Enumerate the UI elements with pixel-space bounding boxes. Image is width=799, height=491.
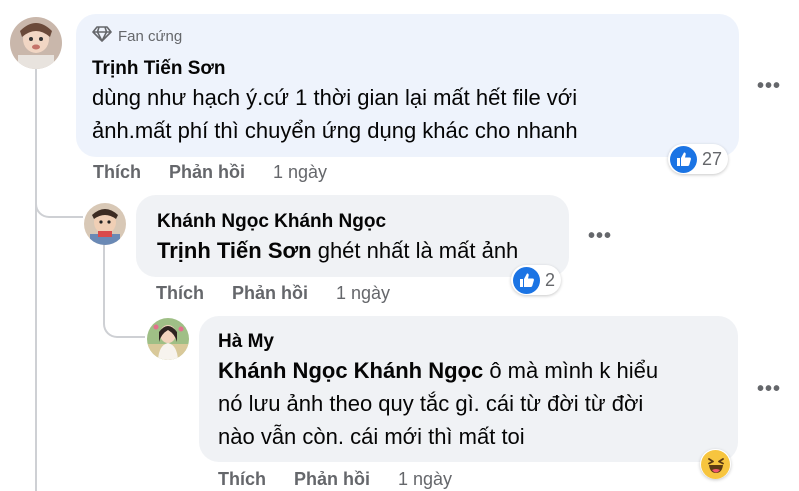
comment-text-line: Khánh Ngọc Khánh Ngọc ô mà mình k hiểu xyxy=(218,354,658,387)
comment-text-body: ghét nhất là mất ảnh xyxy=(311,238,519,263)
thread-line-reply xyxy=(103,244,105,314)
mention-tag[interactable]: Khánh Ngọc Khánh Ngọc xyxy=(218,358,483,383)
comment-text-body: ô mà mình k hiểu xyxy=(483,358,659,383)
like-thumb-icon xyxy=(513,266,540,294)
comment-author[interactable]: Trịnh Tiến Sơn xyxy=(92,58,226,80)
reply-link[interactable]: Phản hồi xyxy=(232,283,308,304)
comment-text: dùng như hạch ý.cứ 1 thời gian lại mất h… xyxy=(92,81,578,147)
comment-bubble: Khánh Ngọc Khánh Ngọc Trịnh Tiến Sơn ghé… xyxy=(136,195,569,277)
avatar[interactable] xyxy=(84,203,126,245)
reaction-summary[interactable] xyxy=(700,449,731,479)
haha-face-icon xyxy=(701,449,730,479)
comment-text-line: nó lưu ảnh theo quy tắc gì. cái từ đời t… xyxy=(218,391,644,416)
avatar[interactable] xyxy=(147,318,189,360)
like-link[interactable]: Thích xyxy=(93,162,141,183)
mention-tag[interactable]: Trịnh Tiến Sơn xyxy=(157,238,312,263)
reply-link[interactable]: Phản hồi xyxy=(169,162,245,183)
comment-actions: Thích Phản hồi 1 ngày xyxy=(156,283,390,304)
like-link[interactable]: Thích xyxy=(156,283,204,304)
thread-curve-reply-2 xyxy=(103,310,145,338)
fan-badge: Fan cứng xyxy=(92,26,182,46)
comment-text-line: dùng như hạch ý.cứ 1 thời gian lại mất h… xyxy=(92,85,578,110)
comment-actions: Thích Phản hồi 1 ngày xyxy=(218,469,452,490)
comment-timestamp[interactable]: 1 ngày xyxy=(273,162,327,183)
comment-timestamp[interactable]: 1 ngày xyxy=(398,469,452,490)
more-options-button[interactable]: ••• xyxy=(757,378,781,401)
reaction-count: 2 xyxy=(545,269,556,290)
avatar[interactable] xyxy=(10,17,62,69)
reaction-count: 27 xyxy=(702,148,723,169)
comment-bubble: Fan cứng Trịnh Tiến Sơn dùng như hạch ý.… xyxy=(76,14,739,157)
comment-text: Khánh Ngọc Khánh Ngọc ô mà mình k hiểu n… xyxy=(218,354,658,453)
comment-timestamp[interactable]: 1 ngày xyxy=(336,283,390,304)
comment-text-line: ảnh.mất phí thì chuyển ứng dụng khác cho… xyxy=(92,118,578,143)
diamond-icon xyxy=(92,26,112,46)
comment-text-line: nào vẫn còn. cái mới thì mất toi xyxy=(218,424,525,449)
comment-text: Trịnh Tiến Sơn ghét nhất là mất ảnh xyxy=(157,234,518,267)
badge-label: Fan cứng xyxy=(118,27,183,45)
thread-line-main xyxy=(35,68,37,491)
more-options-button[interactable]: ••• xyxy=(588,225,612,248)
thread-curve-reply-1 xyxy=(35,190,83,218)
comment-author[interactable]: Khánh Ngọc Khánh Ngọc xyxy=(157,211,386,233)
reaction-summary[interactable]: 27 xyxy=(668,144,729,174)
more-options-button[interactable]: ••• xyxy=(757,75,781,98)
comment-actions: Thích Phản hồi 1 ngày xyxy=(93,162,327,183)
comment-bubble: Hà My Khánh Ngọc Khánh Ngọc ô mà mình k … xyxy=(199,316,738,462)
like-link[interactable]: Thích xyxy=(218,469,266,490)
reply-link[interactable]: Phản hồi xyxy=(294,469,370,490)
like-thumb-icon xyxy=(670,145,697,173)
reaction-summary[interactable]: 2 xyxy=(511,265,562,295)
comment-author[interactable]: Hà My xyxy=(218,331,274,353)
